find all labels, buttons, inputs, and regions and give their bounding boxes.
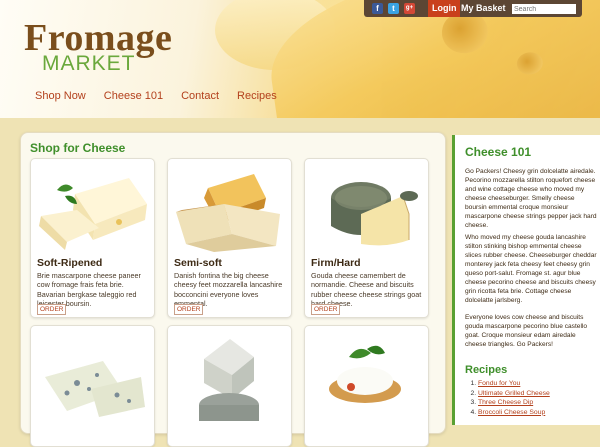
header-banner: Fromage MARKET Shop Now Cheese 101 Conta…: [0, 0, 600, 118]
product-description: Gouda cheese camembert de normandie. Che…: [311, 271, 422, 308]
product-card-blue[interactable]: [30, 325, 155, 447]
main-nav: Shop Now Cheese 101 Contact Recipes: [35, 90, 277, 102]
list-item: Broccoli Cheese Soup: [478, 408, 550, 418]
basket-link[interactable]: My Basket: [461, 0, 506, 17]
list-item: Fondu for You: [478, 379, 550, 389]
nav-recipes[interactable]: Recipes: [237, 90, 277, 102]
blue-cheese-image: [37, 331, 148, 446]
google-plus-icon[interactable]: g+: [404, 3, 415, 14]
facebook-icon[interactable]: f: [372, 3, 383, 14]
cheese-appetizer-image: [311, 331, 422, 446]
sidebar-title: Cheese 101: [465, 145, 532, 159]
shop-panel: Shop for Cheese Soft-Ripened Brie mascar…: [20, 132, 446, 447]
product-card-semi-soft[interactable]: Semi-soft Danish fontina the big cheese …: [167, 158, 292, 318]
logo-market[interactable]: MARKET: [42, 52, 136, 76]
product-name: Firm/Hard: [311, 257, 361, 269]
nav-cheese-101[interactable]: Cheese 101: [104, 90, 163, 102]
product-card-goat[interactable]: [167, 325, 292, 447]
nav-contact[interactable]: Contact: [181, 90, 219, 102]
product-name: Semi-soft: [174, 257, 222, 269]
product-card-firm-hard[interactable]: Firm/Hard Gouda cheese camembert de norm…: [304, 158, 429, 318]
twitter-icon[interactable]: t: [388, 3, 399, 14]
sidebar-paragraph: Go Packers! Cheesy grin dolcelatte aired…: [465, 168, 597, 229]
order-button[interactable]: ORDER: [174, 304, 204, 315]
goat-cheese-image: [174, 331, 285, 446]
semi-soft-cheese-image: [174, 164, 285, 252]
sidebar-paragraph: Everyone loves cow cheese and biscuits g…: [465, 314, 588, 348]
order-button[interactable]: ORDER: [37, 304, 67, 315]
nav-shop-now[interactable]: Shop Now: [35, 90, 86, 102]
list-item: Ultimate Grilled Cheese: [478, 389, 550, 399]
product-description: Danish fontina the big cheese cheesy fee…: [174, 271, 283, 308]
recipe-link[interactable]: Three Cheese Dip: [478, 399, 533, 406]
product-card-appetizer[interactable]: [304, 325, 429, 447]
cheese-photo: [260, 0, 600, 118]
sidebar-paragraph: Who moved my cheese gouda lancashire sti…: [465, 234, 597, 304]
firm-hard-cheese-image: [311, 164, 422, 252]
search-input[interactable]: [512, 4, 576, 14]
product-card-soft-ripened[interactable]: Soft-Ripened Brie mascarpone cheese pane…: [30, 158, 155, 318]
recipes-title: Recipes: [465, 364, 508, 376]
recipe-link[interactable]: Broccoli Cheese Soup: [478, 409, 545, 416]
soft-ripened-cheese-image: [37, 164, 148, 252]
product-description: Brie mascarpone cheese paneer cow fromag…: [37, 271, 141, 308]
sidebar: Cheese 101 Go Packers! Cheesy grin dolce…: [452, 135, 600, 425]
recipe-link[interactable]: Ultimate Grilled Cheese: [478, 390, 550, 397]
login-button[interactable]: Login: [428, 0, 460, 17]
list-item: Three Cheese Dip: [478, 398, 550, 408]
order-button[interactable]: ORDER: [311, 304, 341, 315]
recipes-list: Fondu for You Ultimate Grilled Cheese Th…: [465, 379, 550, 417]
shop-title: Shop for Cheese: [30, 141, 126, 155]
product-name: Soft-Ripened: [37, 257, 103, 269]
recipe-link[interactable]: Fondu for You: [478, 380, 520, 387]
